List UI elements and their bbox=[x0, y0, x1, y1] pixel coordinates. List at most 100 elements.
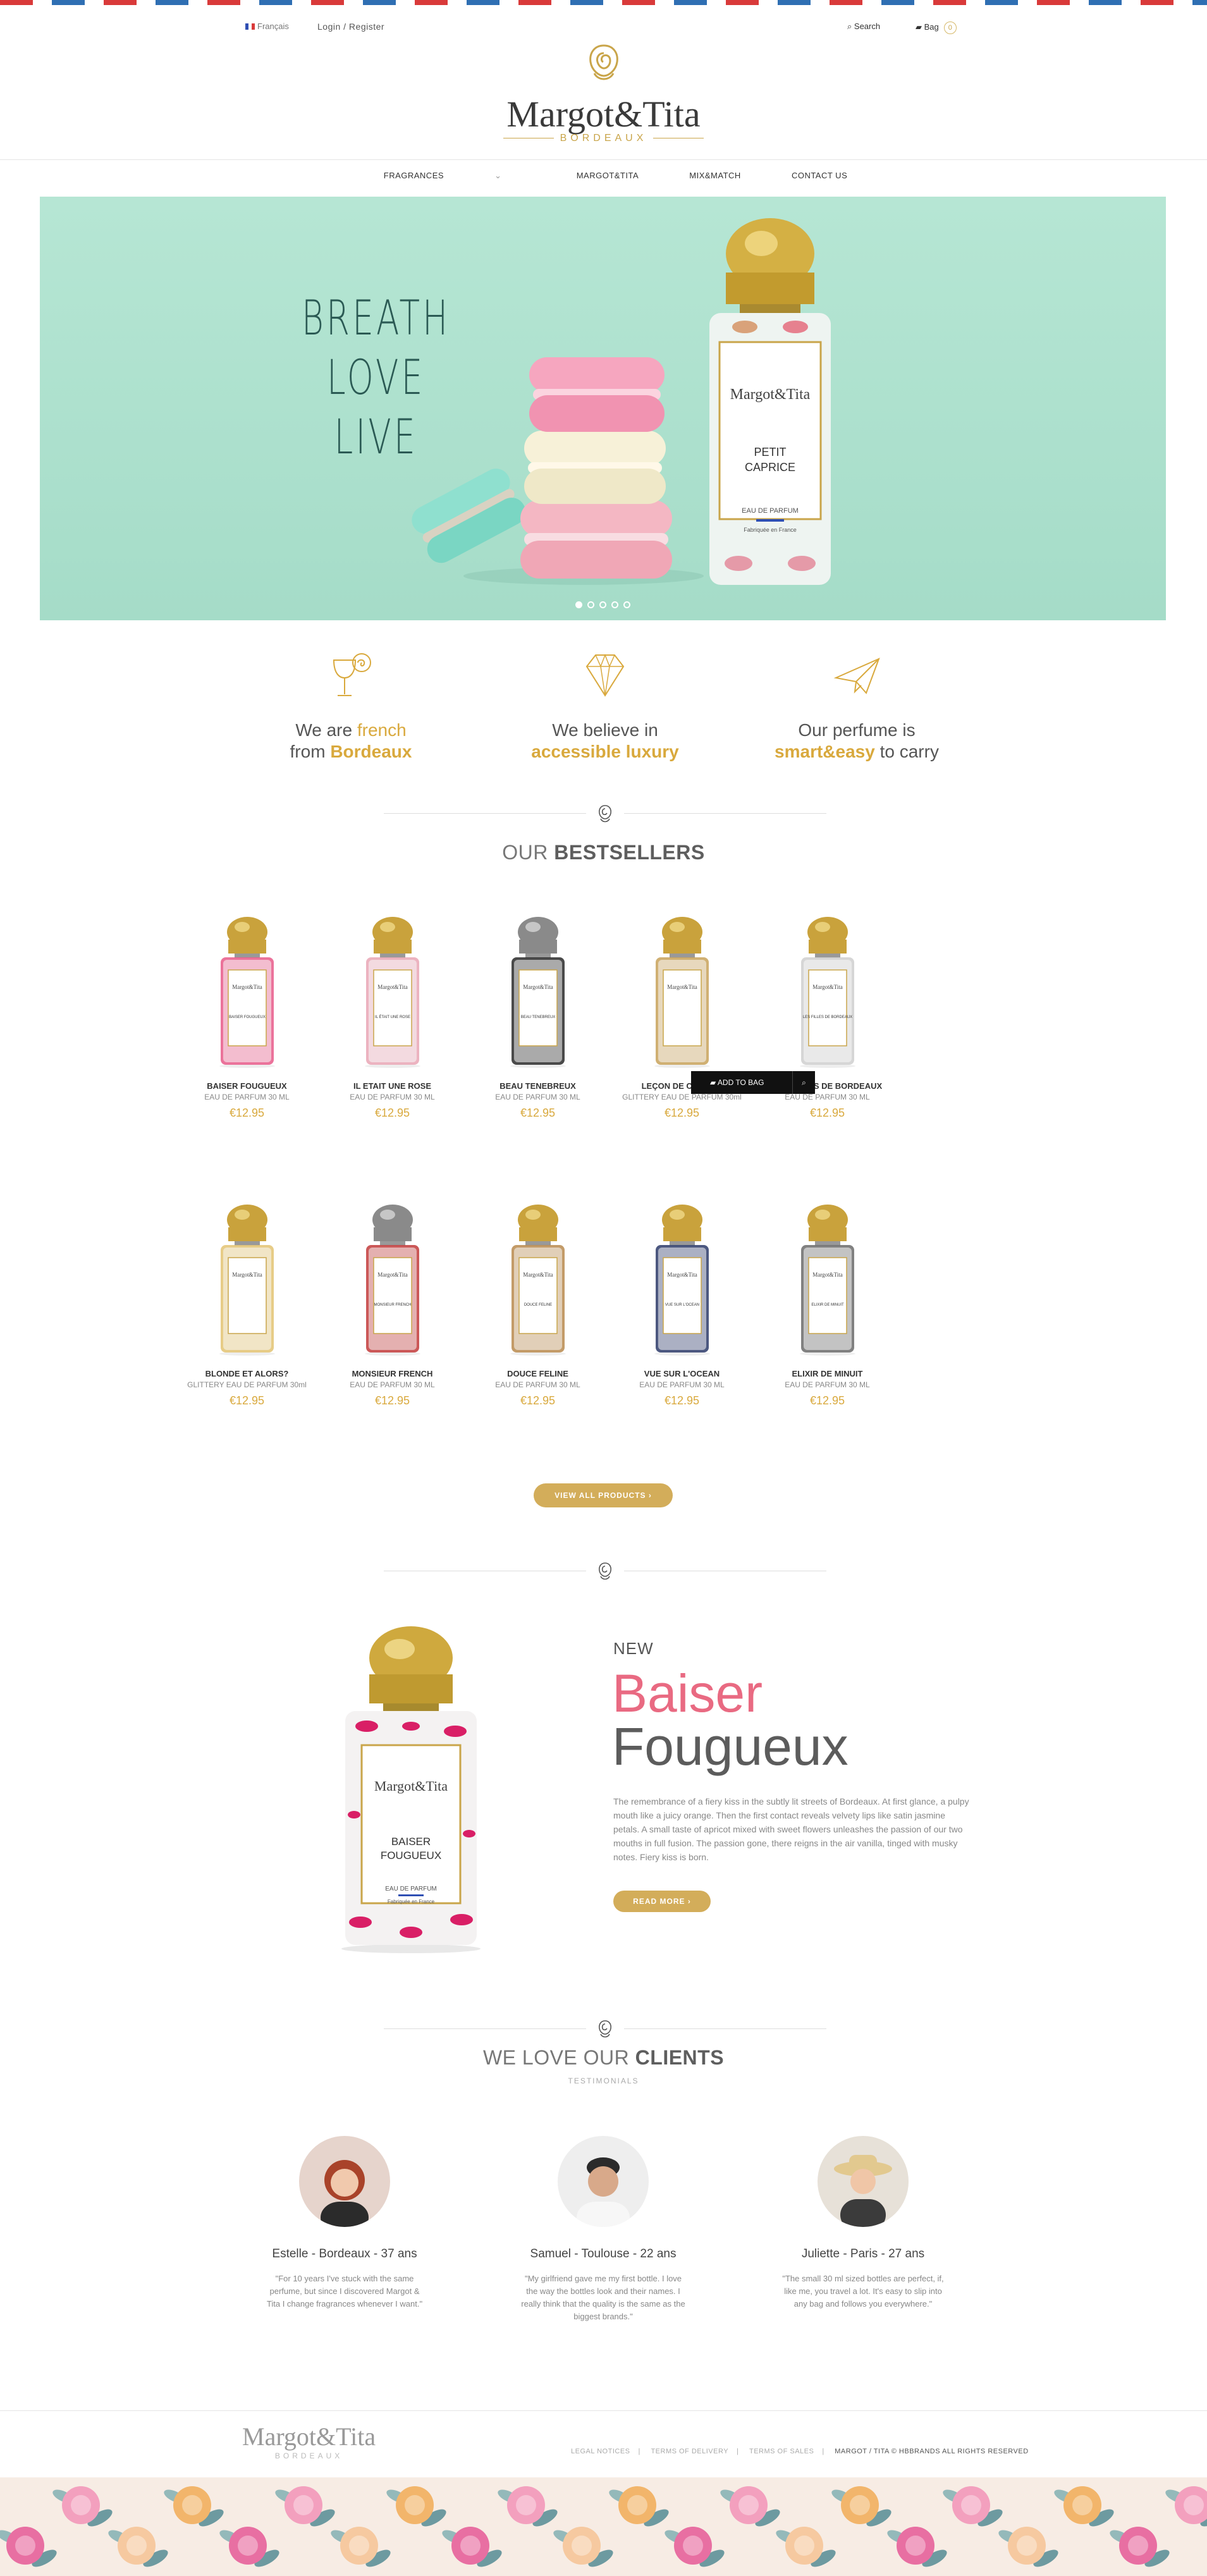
product-desc: EAU DE PARFUM 30 ML bbox=[639, 1380, 725, 1389]
avatar bbox=[558, 2136, 649, 2227]
rose-icon bbox=[599, 1562, 611, 1580]
title-light: OUR bbox=[502, 841, 554, 864]
svg-text:Margot&Tita: Margot&Tita bbox=[523, 1272, 553, 1278]
product-image: Margot&Tita IL ÉTAIT UNE ROSE bbox=[364, 917, 420, 1068]
hero-perfume-bottle: Margot&Tita PETIT CAPRICE EAU DE PARFUM … bbox=[709, 218, 831, 585]
svg-text:Margot&Tita: Margot&Tita bbox=[377, 1272, 408, 1278]
product-name[interactable]: BLONDE ET ALORS? bbox=[176, 1369, 318, 1378]
svg-text:Margot&Tita: Margot&Tita bbox=[232, 1272, 262, 1278]
product-image: Margot&Tita ELIXIR DE MINUIT bbox=[799, 1205, 855, 1356]
product-card[interactable]: Margot&Tita VUE SUR L'OCEAN VUE SUR L'OCEA… bbox=[611, 1205, 753, 1408]
login-register-link[interactable]: Login / Register bbox=[317, 21, 384, 32]
slider-dot[interactable] bbox=[587, 601, 594, 608]
footer-link-legal[interactable]: LEGAL NOTICES bbox=[571, 2448, 630, 2455]
svg-text:Margot&Tita: Margot&Tita bbox=[812, 984, 843, 990]
site-logo[interactable]: Margot&Tita BORDEAUX bbox=[0, 37, 1207, 144]
hero-slider[interactable]: BREATH LOVE LIVE Margot&Tita PETIT CAPRI… bbox=[40, 197, 1166, 620]
feature-luxury: We believe in accessible luxury bbox=[501, 645, 709, 763]
nav-item-fragrances[interactable]: FRAGRANCES ⌄ bbox=[360, 171, 526, 181]
product-price: €12.95 bbox=[520, 1394, 556, 1407]
footer-link-sales[interactable]: TERMS OF SALES bbox=[749, 2448, 814, 2455]
product-price: €12.95 bbox=[374, 1107, 410, 1119]
new-product-title-2: Fougueux bbox=[612, 1717, 849, 1776]
svg-text:BAISER: BAISER bbox=[391, 1836, 431, 1848]
chevron-down-icon: ⌄ bbox=[494, 171, 502, 180]
product-card[interactable]: Margot&Tita DOUCE FELINE DOUCE FELINE EAU D… bbox=[467, 1205, 609, 1408]
divider-line bbox=[384, 813, 586, 814]
product-price: €12.95 bbox=[520, 1107, 556, 1119]
nav-item-mix-match[interactable]: MIX&MATCH bbox=[689, 171, 741, 180]
product-name[interactable]: BEAU TENEBREUX bbox=[467, 1081, 609, 1091]
product-name[interactable]: IL ETAIT UNE ROSE bbox=[321, 1081, 463, 1091]
avatar bbox=[818, 2136, 909, 2227]
svg-text:LES FILLES DE BORDEAUX: LES FILLES DE BORDEAUX bbox=[802, 1015, 852, 1019]
product-price: €12.95 bbox=[809, 1107, 845, 1119]
quick-view-search-icon[interactable]: ⌕ bbox=[792, 1071, 815, 1094]
product-name[interactable]: VUE SUR L'OCEAN bbox=[611, 1369, 753, 1378]
product-desc: GLITTERY EAU DE PARFUM 30ml bbox=[622, 1093, 742, 1101]
product-name[interactable]: BAISER FOUGUEUX bbox=[176, 1081, 318, 1091]
feature-text: We believe in accessible luxury bbox=[501, 720, 709, 763]
feature-text-pre: Our perfume is bbox=[798, 720, 916, 740]
diamond-icon bbox=[585, 653, 625, 697]
testimonials-subtitle: TESTIMONIALS bbox=[568, 2076, 639, 2085]
footer-link-delivery[interactable]: TERMS OF DELIVERY bbox=[651, 2448, 728, 2455]
feature-text: Our perfume is smart&easy to carry bbox=[752, 720, 961, 763]
slider-dot[interactable] bbox=[575, 601, 582, 608]
svg-text:Margot&Tita: Margot&Tita bbox=[374, 1778, 448, 1794]
product-price: €12.95 bbox=[229, 1394, 265, 1407]
footer-links: LEGAL NOTICES | TERMS OF DELIVERY | TERMS … bbox=[571, 2448, 1029, 2455]
divider-line bbox=[624, 2028, 826, 2029]
nav-divider bbox=[0, 159, 1207, 160]
product-image: Margot&Tita bbox=[654, 917, 710, 1068]
product-image: Margot&Tita BEAU TENEBREUX bbox=[510, 917, 566, 1068]
main-nav: FRAGRANCES ⌄ MARGOT&TITA MIX&MATCH CONTA… bbox=[0, 171, 1207, 181]
floral-footer-band bbox=[0, 2477, 1207, 2576]
view-all-products-button[interactable]: VIEW ALL PRODUCTS › bbox=[534, 1483, 673, 1507]
section-divider bbox=[384, 2016, 826, 2041]
product-card[interactable]: Margot&Tita BAISER FOUGUEUX BAISER FOUGUEU… bbox=[176, 917, 318, 1120]
french-flag-icon bbox=[245, 23, 255, 30]
add-to-bag-label: ▰ ADD TO BAG bbox=[710, 1078, 764, 1087]
new-product-title-1: Baiser bbox=[612, 1664, 763, 1723]
new-product-bottle: Margot&Tita BAISER FOUGUEUX EAU DE PARFU… bbox=[341, 1626, 481, 1953]
divider-line bbox=[384, 2028, 586, 2029]
product-price: €12.95 bbox=[664, 1107, 700, 1119]
svg-text:EAU DE PARFUM: EAU DE PARFUM bbox=[385, 1886, 437, 1892]
product-name[interactable]: DOUCE FELINE bbox=[467, 1369, 609, 1378]
feature-highlight: french bbox=[357, 720, 407, 740]
product-name[interactable]: ELIXIR DE MINUIT bbox=[756, 1369, 898, 1378]
title-bold: BESTSELLERS bbox=[554, 841, 705, 864]
svg-text:PETIT: PETIT bbox=[754, 446, 786, 458]
svg-text:IL ÉTAIT UNE ROSE: IL ÉTAIT UNE ROSE bbox=[375, 1015, 410, 1019]
feature-text: We are french from Bordeaux bbox=[247, 720, 455, 763]
feature-highlight: Bordeaux bbox=[330, 742, 412, 761]
clients-title: WE LOVE OUR CLIENTS bbox=[0, 2046, 1207, 2070]
nav-item-margot-tita[interactable]: MARGOT&TITA bbox=[577, 171, 639, 180]
search-link[interactable]: ⌕ Search bbox=[847, 21, 880, 32]
product-image: Margot&Tita BAISER FOUGUEUX bbox=[219, 917, 275, 1068]
bag-link[interactable]: ▰ Bag 0 bbox=[916, 21, 957, 34]
svg-text:BAISER FOUGUEUX: BAISER FOUGUEUX bbox=[229, 1015, 266, 1019]
footer-logo[interactable]: Margot&Tita BORDEAUX bbox=[242, 2422, 376, 2460]
language-selector[interactable]: Français bbox=[245, 21, 289, 31]
product-image: Margot&Tita MONSIEUR FRENCH bbox=[364, 1205, 420, 1356]
product-card[interactable]: Margot&Tita MONSIEUR FRENCH MONSIEUR FRENC… bbox=[321, 1205, 463, 1408]
footer-brand-name: Margot&Tita bbox=[242, 2422, 376, 2451]
slider-dot[interactable] bbox=[623, 601, 630, 608]
product-card[interactable]: Margot&Tita BLONDE ET ALORS? GLITTERY EAU … bbox=[176, 1205, 318, 1408]
product-card[interactable]: Margot&Tita IL ÉTAIT UNE ROSE IL ETAIT UNE… bbox=[321, 917, 463, 1120]
product-name[interactable]: MONSIEUR FRENCH bbox=[321, 1369, 463, 1378]
bag-label: Bag bbox=[924, 22, 939, 32]
slider-dot[interactable] bbox=[599, 601, 606, 608]
svg-text:Fabriquée en France: Fabriquée en France bbox=[744, 527, 797, 533]
product-card[interactable]: Margot&Tita BEAU TENEBREUX BEAU TENEBREUX E… bbox=[467, 917, 609, 1120]
feature-text-pre: We are bbox=[295, 720, 357, 740]
read-more-button[interactable]: READ MORE › bbox=[613, 1891, 711, 1912]
slider-dot[interactable] bbox=[611, 601, 618, 608]
nav-item-contact-us[interactable]: CONTACT US bbox=[792, 171, 847, 180]
product-card[interactable]: Margot&Tita ELIXIR DE MINUIT ELIXIR DE MIN… bbox=[756, 1205, 898, 1408]
product-desc: EAU DE PARFUM 30 ML bbox=[350, 1093, 435, 1101]
add-to-bag-button[interactable]: ▰ ADD TO BAG ⌕ bbox=[691, 1071, 815, 1094]
product-desc: EAU DE PARFUM 30 ML bbox=[785, 1380, 870, 1389]
